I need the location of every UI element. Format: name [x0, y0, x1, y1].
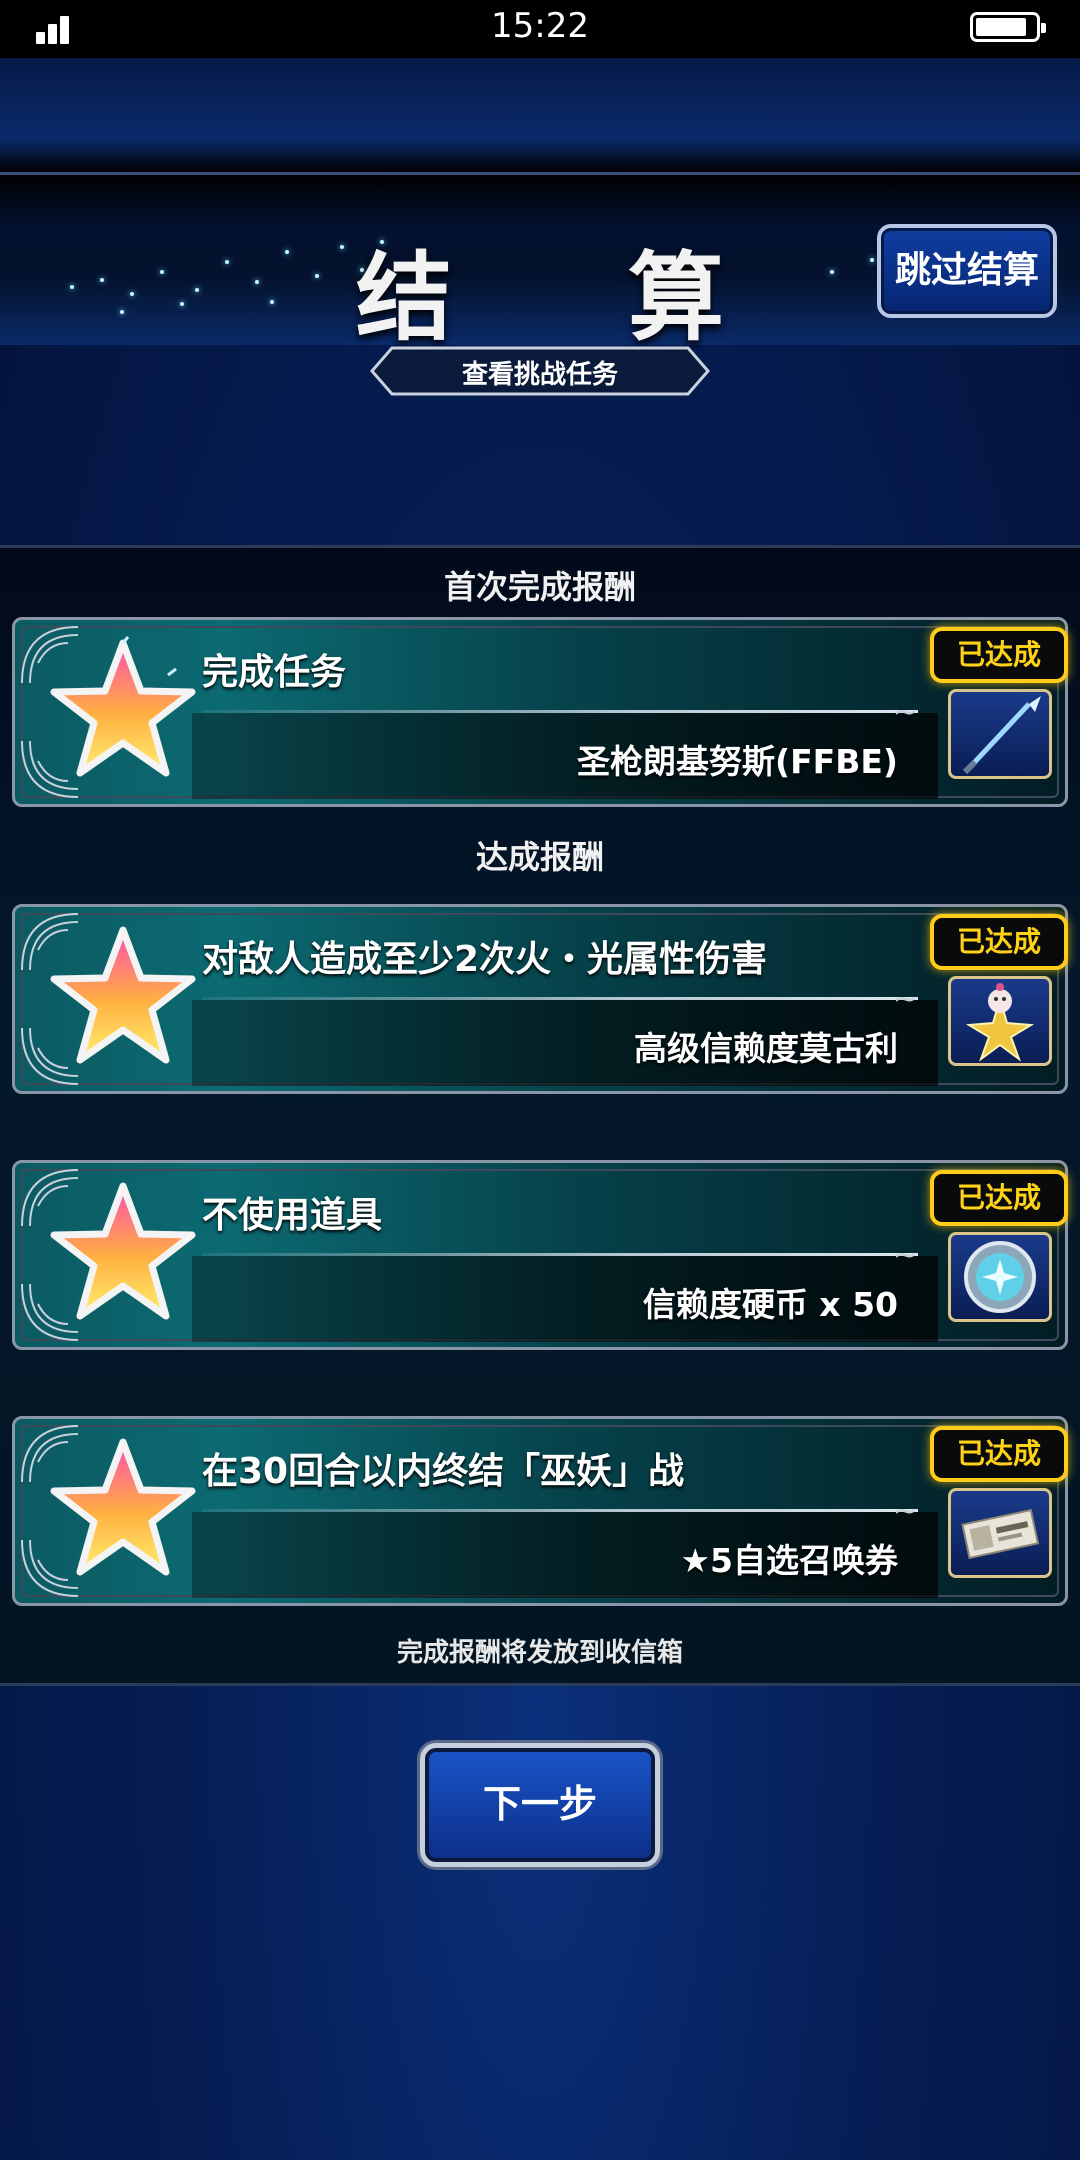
mailbox-notice: 完成报酬将发放到收信箱	[396, 1638, 683, 1668]
mission-task: 对敌人造成至少2次火・光属性伤害	[202, 939, 768, 980]
divider-curl-icon: ~	[892, 1494, 918, 1529]
moogle-star-icon[interactable]	[948, 976, 1052, 1066]
mission-task: 在30回合以内终结「巫妖」战	[202, 1451, 685, 1492]
star-icon	[50, 1182, 196, 1320]
divider-curl-icon: ~	[892, 695, 918, 730]
battery-icon	[970, 12, 1046, 42]
status-bar: 15:22	[0, 0, 1080, 58]
mission-reward: 高级信赖度莫古利	[634, 1029, 898, 1068]
skip-results-button[interactable]: 跳过结算	[877, 224, 1057, 318]
star-icon	[50, 926, 196, 1064]
mission-card: 在30回合以内终结「巫妖」战 ~ ★5自选召唤券 已达成	[12, 1416, 1068, 1606]
mission-card: 对敌人造成至少2次火・光属性伤害 ~ 高级信赖度莫古利 已达成	[12, 904, 1068, 1094]
trust-coin-icon[interactable]	[948, 1232, 1052, 1322]
divider	[202, 1253, 918, 1256]
divider-curl-icon: ~	[892, 982, 918, 1017]
spear-icon[interactable]	[948, 689, 1052, 779]
divider	[202, 710, 918, 713]
divider	[202, 997, 918, 1000]
divider-curl-icon: ~	[892, 1238, 918, 1273]
view-missions-button[interactable]: 查看挑战任务	[370, 346, 710, 396]
mission-task: 完成任务	[202, 652, 347, 693]
mission-card: 完成任务 ~ 圣枪朗基努斯(FFBE) 已达成	[12, 617, 1068, 807]
achieved-badge: 已达成	[930, 914, 1068, 970]
star-icon	[50, 636, 196, 777]
divider	[202, 1509, 918, 1512]
mission-reward: 圣枪朗基努斯(FFBE)	[577, 742, 898, 781]
achieved-badge: 已达成	[930, 1426, 1068, 1482]
achieved-badge: 已达成	[930, 627, 1068, 683]
next-button[interactable]: 下一步	[420, 1743, 660, 1867]
star-icon	[50, 1438, 196, 1576]
mission-card: 不使用道具 ~ 信赖度硬币 x 50 已达成	[12, 1160, 1068, 1350]
first-clear-reward-label: 首次完成报酬	[443, 568, 636, 606]
achievement-reward-label: 达成报酬	[475, 838, 604, 876]
mission-reward: ★5自选召唤券	[680, 1541, 898, 1580]
top-backdrop	[0, 58, 1080, 173]
mission-reward: 信赖度硬币 x 50	[642, 1285, 898, 1324]
summon-ticket-icon[interactable]	[948, 1488, 1052, 1578]
mission-task: 不使用道具	[202, 1195, 383, 1236]
view-missions-label: 查看挑战任务	[461, 360, 618, 390]
achieved-badge: 已达成	[930, 1170, 1068, 1226]
status-time: 15:22	[491, 6, 589, 46]
